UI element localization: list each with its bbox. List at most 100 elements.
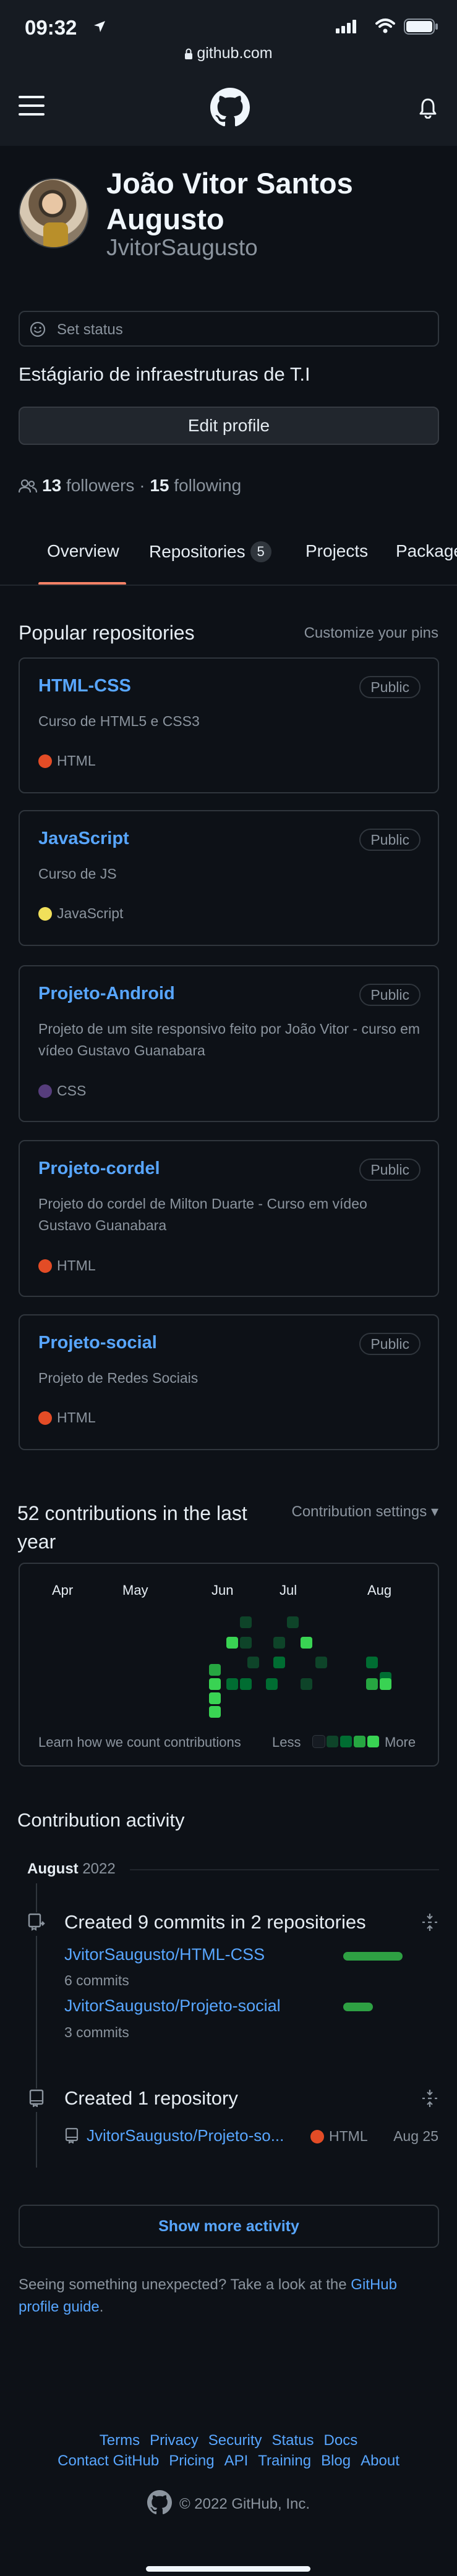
visibility-badge: Public [359, 984, 421, 1006]
cellular-signal-icon [336, 20, 356, 33]
url-bar[interactable]: github.com [0, 44, 457, 62]
repo-name-link[interactable]: HTML-CSS [38, 676, 131, 696]
created-repo-link[interactable]: JvitorSaugusto/Projeto-so... [64, 2126, 284, 2145]
contribution-cell[interactable] [301, 1678, 312, 1690]
commit-count-link[interactable]: 3 commits [64, 2024, 129, 2041]
edit-profile-button[interactable]: Edit profile [19, 407, 439, 445]
month-label: Jun [211, 1582, 234, 1598]
contribution-cell[interactable] [226, 1637, 238, 1649]
pinned-repo-card[interactable]: HTML-CSS Public Curso de HTML5 e CSS3 HTML [19, 657, 439, 793]
activity-month-heading: August 2022 [27, 1860, 116, 1878]
github-logo-icon[interactable] [147, 2490, 172, 2515]
contribution-cell[interactable] [366, 1657, 378, 1668]
repo-name-link[interactable]: Projeto-Android [38, 984, 175, 1004]
selected-tab-indicator [38, 582, 126, 585]
profile-tabs: Overview Repositories5 Projects Packages [0, 520, 457, 586]
footer-link[interactable]: Training [258, 2452, 311, 2469]
contribution-cell[interactable] [226, 1678, 238, 1690]
followers-link[interactable]: 13 followers [42, 476, 134, 495]
set-status-button[interactable]: Set status [19, 311, 439, 347]
tab-packages[interactable]: Packages [396, 541, 457, 561]
footer-link[interactable]: Status [272, 2432, 314, 2449]
footer-link[interactable]: Security [208, 2432, 262, 2449]
copyright: © 2022 GitHub, Inc. [0, 2490, 457, 2515]
learn-contributions-link[interactable]: Learn how we count contributions [38, 1734, 241, 1750]
profile-full-name: João Vitor Santos Augusto [106, 167, 353, 235]
commits-summary-title: Created 9 commits in 2 repositories [64, 1911, 366, 1933]
show-more-activity-button[interactable]: Show more activity [19, 2205, 439, 2248]
github-logo-icon[interactable] [210, 88, 250, 127]
tab-repositories[interactable]: Repositories 5 [149, 541, 271, 562]
footer-link[interactable]: Blog [321, 2452, 351, 2469]
contribution-cell[interactable] [287, 1616, 299, 1628]
contribution-cell[interactable] [240, 1637, 252, 1649]
repo-language: JavaScript [38, 905, 123, 922]
pinned-repo-card[interactable]: Projeto-social Public Projeto de Redes Soc… [19, 1314, 439, 1450]
repo-language-label: CSS [57, 1083, 87, 1099]
repo-description: Projeto de Redes Sociais [38, 1370, 199, 1386]
unexpected-text: Seeing something unexpected? Take a look… [19, 2276, 351, 2293]
contribution-cell[interactable] [380, 1678, 391, 1690]
footer-link[interactable]: Contact GitHub [58, 2452, 159, 2469]
follow-stats: 13 followers · 15 following [19, 476, 241, 496]
contribution-cell[interactable] [209, 1692, 221, 1704]
visibility-badge: Public [359, 676, 421, 698]
customize-pins-link[interactable]: Customize your pins [304, 625, 438, 642]
repo-name-link[interactable]: Projeto-social [38, 1333, 157, 1353]
repo-name-link[interactable]: Projeto-cordel [38, 1159, 160, 1179]
bell-icon[interactable] [419, 98, 437, 119]
commit-repo-link[interactable]: JvitorSaugusto/Projeto-social [64, 1996, 281, 2016]
hamburger-menu-icon[interactable] [19, 95, 45, 116]
commit-repo-link[interactable]: JvitorSaugusto/HTML-CSS [64, 1945, 265, 1964]
url-text: github.com [197, 44, 273, 62]
legend-cell [312, 1735, 325, 1748]
footer-link[interactable]: API [224, 2452, 249, 2469]
fold-icon[interactable] [421, 2089, 438, 2108]
repo-name-link[interactable]: JavaScript [38, 829, 129, 849]
footer-link[interactable]: Pricing [169, 2452, 214, 2469]
month-label: Apr [52, 1582, 74, 1598]
contribution-settings-dropdown[interactable]: Contribution settings ▾ [291, 1503, 438, 1521]
repositories-count-badge: 5 [250, 541, 271, 562]
footer-link[interactable]: Terms [100, 2432, 140, 2449]
contribution-cell[interactable] [240, 1616, 252, 1628]
footer-link[interactable]: About [361, 2452, 399, 2469]
contribution-cell[interactable] [366, 1678, 378, 1690]
activity-month: August [27, 1860, 79, 1877]
footer-link[interactable]: Privacy [150, 2432, 199, 2449]
tab-overview-label: Overview [47, 541, 119, 560]
popular-repositories-title: Popular repositories [19, 622, 195, 644]
commit-count-link[interactable]: 6 commits [64, 1972, 129, 1989]
contribution-cell[interactable] [240, 1678, 252, 1690]
pinned-repo-card[interactable]: JavaScript Public Curso de JS JavaScript [19, 810, 439, 946]
repo-language-label: HTML [57, 753, 96, 769]
language-color-dot [38, 907, 52, 921]
created-repo-language: HTML [310, 2128, 368, 2145]
profile-bio: Estágiario de infraestruturas de T.I [19, 363, 310, 385]
contribution-cell[interactable] [315, 1657, 327, 1668]
contribution-cell[interactable] [247, 1657, 259, 1668]
repo-icon [25, 2088, 48, 2112]
commit-share-bar [343, 1952, 403, 1961]
contribution-cell[interactable] [209, 1678, 221, 1690]
following-link[interactable]: 15 following [150, 476, 241, 495]
fold-icon[interactable] [421, 1913, 438, 1932]
tab-overview[interactable]: Overview [47, 541, 119, 561]
pinned-repo-card[interactable]: Projeto-Android Public Projeto de um site … [19, 965, 439, 1122]
contribution-graph: Apr May Jun Jul Aug Learn how we count c… [19, 1563, 439, 1767]
legend-cell [340, 1736, 352, 1747]
contribution-cell[interactable] [301, 1637, 312, 1649]
divider [130, 1869, 439, 1870]
contribution-cell[interactable] [266, 1678, 278, 1690]
tab-projects[interactable]: Projects [305, 541, 368, 561]
contribution-activity-title: Contribution activity [17, 1809, 185, 1831]
contribution-cell[interactable] [273, 1637, 285, 1649]
contribution-cell[interactable] [273, 1657, 285, 1668]
unexpected-end: . [99, 2299, 104, 2315]
tab-repositories-label: Repositories [149, 542, 246, 561]
pinned-repo-card[interactable]: Projeto-cordel Public Projeto do cordel de… [19, 1140, 439, 1297]
contribution-cell[interactable] [209, 1706, 221, 1718]
avatar[interactable] [19, 178, 89, 248]
footer-link[interactable]: Docs [324, 2432, 358, 2449]
contribution-cell[interactable] [209, 1664, 221, 1676]
